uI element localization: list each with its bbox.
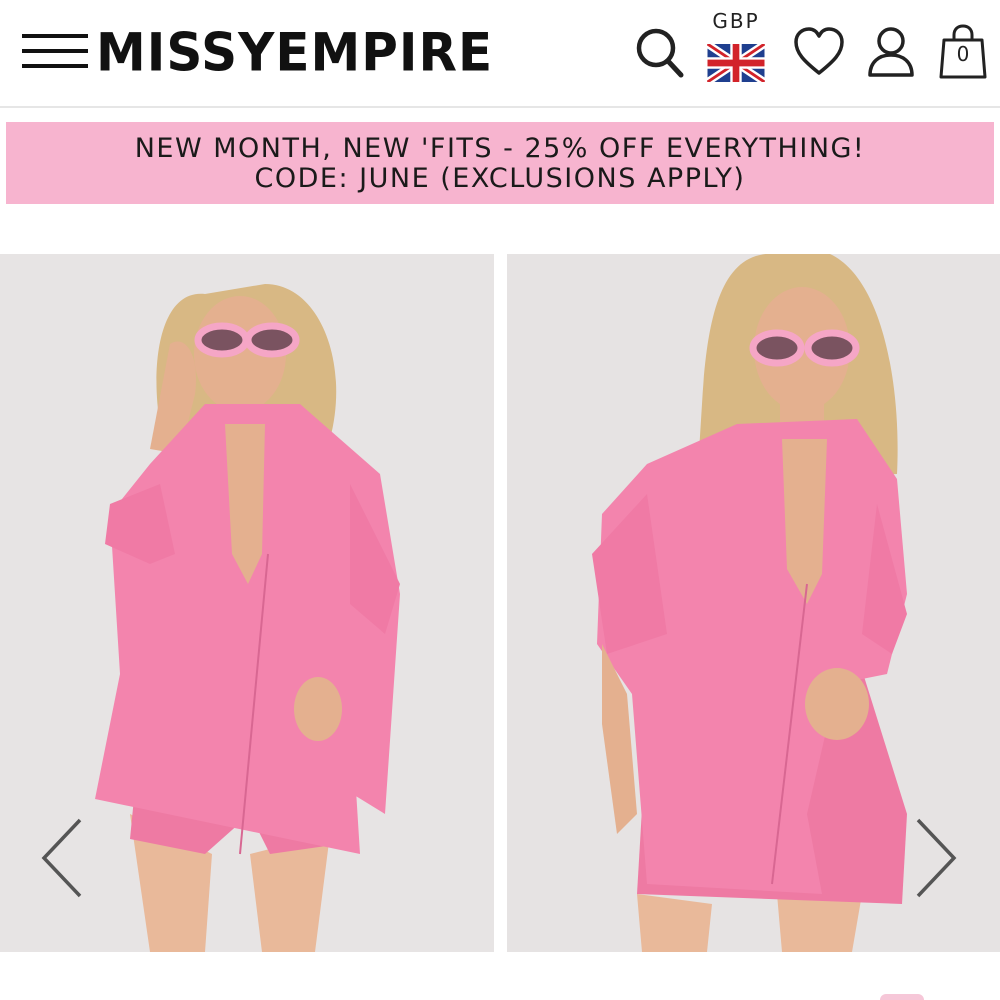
site-logo[interactable]: MISSYEMPIRE bbox=[96, 22, 493, 83]
chevron-right-icon[interactable] bbox=[914, 816, 958, 900]
user-icon[interactable] bbox=[866, 26, 916, 78]
wishlist-button-edge[interactable] bbox=[880, 994, 924, 1000]
promo-line-2: CODE: JUNE (EXCLUSIONS APPLY) bbox=[254, 163, 746, 194]
promo-line-1: NEW MONTH, NEW 'FITS - 25% OFF EVERYTHIN… bbox=[134, 133, 866, 164]
currency-label: GBP bbox=[712, 9, 760, 33]
product-gallery bbox=[0, 254, 1000, 952]
product-image-2[interactable] bbox=[507, 254, 1000, 952]
search-icon[interactable] bbox=[634, 24, 686, 80]
product-image-1[interactable] bbox=[0, 254, 494, 952]
promo-banner[interactable]: NEW MONTH, NEW 'FITS - 25% OFF EVERYTHIN… bbox=[6, 122, 994, 204]
currency-selector[interactable]: GBP bbox=[702, 8, 770, 88]
shopping-bag-icon[interactable]: 0 bbox=[938, 24, 988, 80]
below-gallery-area bbox=[0, 952, 1000, 1000]
heart-icon[interactable] bbox=[792, 26, 846, 78]
menu-icon[interactable] bbox=[22, 32, 88, 70]
chevron-left-icon[interactable] bbox=[40, 816, 84, 900]
bag-count: 0 bbox=[956, 42, 970, 66]
site-header: MISSYEMPIRE GBP 0 bbox=[0, 0, 1000, 108]
uk-flag-icon bbox=[707, 44, 765, 82]
